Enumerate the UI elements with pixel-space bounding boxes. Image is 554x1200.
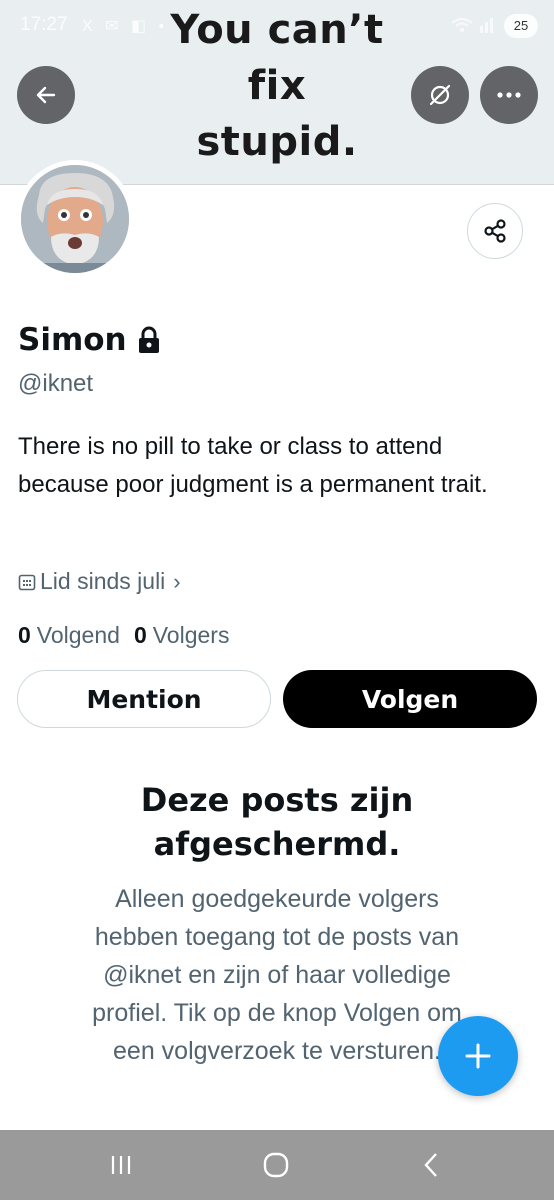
- mention-button[interactable]: Mention: [17, 670, 271, 728]
- avatar-image: [21, 165, 129, 273]
- bio-text: There is no pill to take or class to att…: [18, 433, 488, 498]
- protected-title: Deze posts zijn afgeschermd.: [0, 778, 554, 866]
- followers-link[interactable]: 0 Volgers: [134, 622, 230, 649]
- follow-stats: 0 Volgend 0 Volgers: [18, 622, 243, 649]
- plus-icon: [465, 1043, 491, 1069]
- user-handle: @iknet: [18, 370, 94, 397]
- followers-count: 0: [133, 622, 147, 648]
- notification-icons: X ✉ ◧ •: [82, 18, 169, 35]
- joined-label: Lid sinds juli: [40, 568, 166, 594]
- more-button[interactable]: [480, 66, 538, 124]
- joined-date[interactable]: Lid sinds juli ›: [18, 568, 181, 595]
- more-horizontal-icon: [497, 92, 521, 98]
- profile-name-row: Simon: [18, 322, 161, 358]
- wifi-signal-icon: [450, 16, 494, 38]
- recent-apps-button[interactable]: [101, 1148, 141, 1182]
- calendar-icon: [18, 573, 36, 591]
- battery-icon: 25: [504, 14, 538, 38]
- protected-body-line: hebben toegang tot de posts van: [94, 923, 460, 951]
- share-button[interactable]: [467, 203, 523, 259]
- home-icon: [263, 1152, 289, 1178]
- lock-icon: [137, 326, 161, 354]
- hide-profile-button[interactable]: [411, 66, 469, 124]
- protected-body-line: @iknet en zijn of haar volledige: [103, 961, 451, 989]
- banner-line: fix: [247, 63, 307, 109]
- status-bar: 17:27 X ✉ ◧ • 25: [0, 0, 554, 50]
- protected-body-line: Alleen goedgekeurde volgers: [115, 885, 439, 913]
- chevron-right-icon: ›: [173, 568, 181, 594]
- recent-apps-icon: [111, 1156, 131, 1174]
- following-count: 0: [18, 622, 31, 648]
- display-name: Simon: [18, 322, 127, 358]
- protected-title-line: Deze posts zijn: [140, 781, 414, 819]
- protected-body-line: profiel. Tik op de knop Volgen om: [92, 999, 462, 1027]
- compose-button[interactable]: [438, 1016, 518, 1096]
- protected-title-line: afgeschermd.: [153, 825, 401, 863]
- arrow-left-icon: [36, 86, 56, 104]
- following-label: Volgend: [36, 622, 120, 648]
- status-time: 17:27: [20, 14, 68, 35]
- followers-label: Volgers: [152, 622, 230, 648]
- avatar[interactable]: [16, 160, 134, 278]
- following-link[interactable]: 0 Volgend: [18, 622, 120, 649]
- system-nav-bar: [0, 1130, 554, 1200]
- eye-slash-icon: [429, 84, 451, 106]
- chevron-left-icon: [424, 1153, 437, 1177]
- share-icon: [484, 219, 506, 243]
- back-button[interactable]: [17, 66, 75, 124]
- home-button[interactable]: [256, 1148, 296, 1182]
- system-back-button[interactable]: [411, 1148, 451, 1182]
- follow-button[interactable]: Volgen: [283, 670, 537, 728]
